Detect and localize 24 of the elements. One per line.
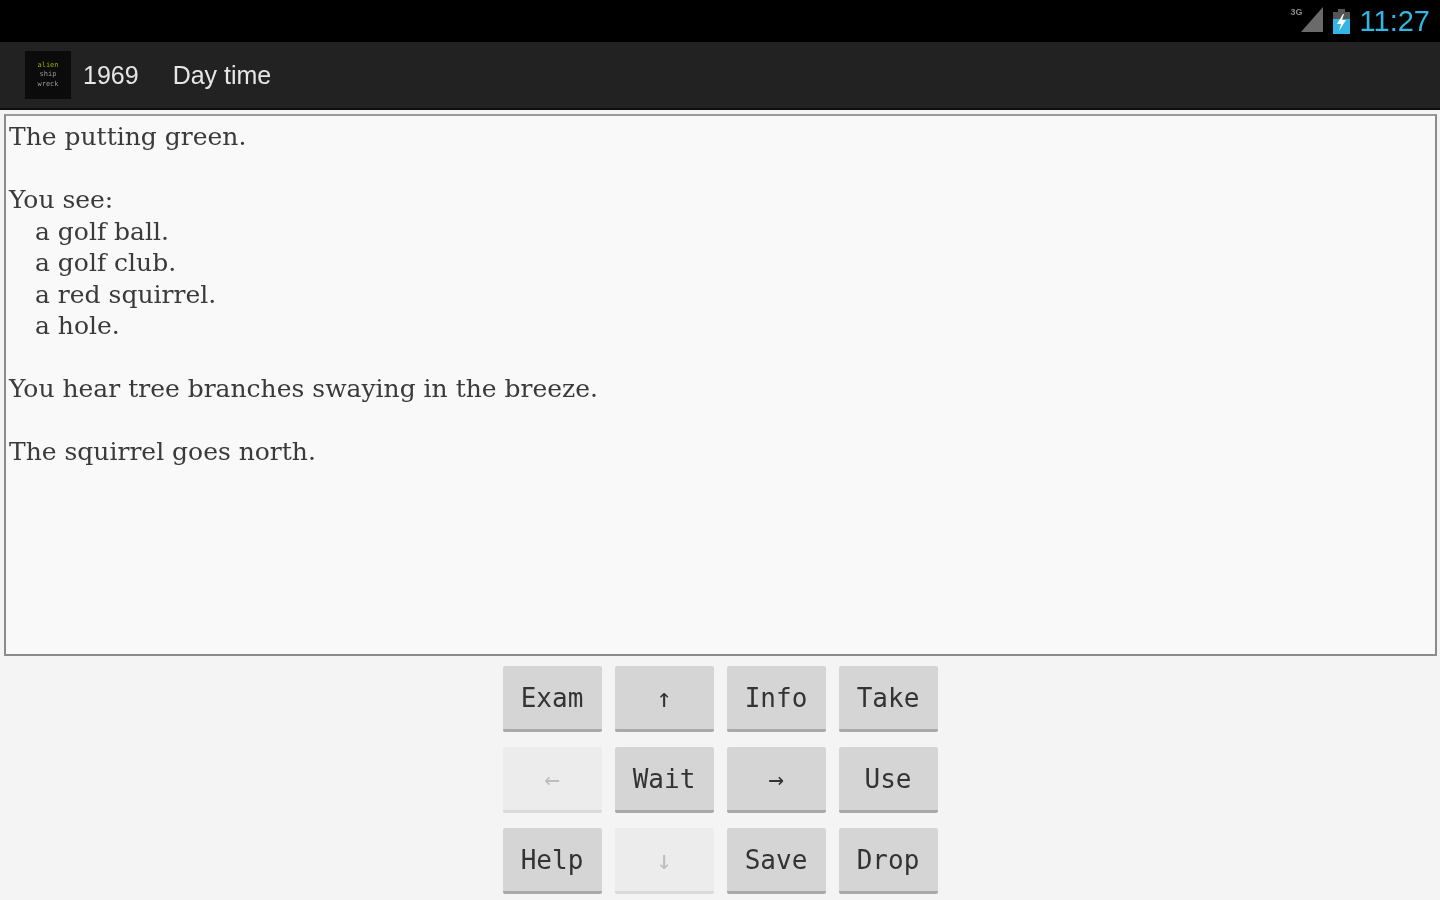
output-text: You hear tree branches swaying in the breeze. — [9, 373, 598, 405]
network-type-label: 3G — [1290, 7, 1303, 17]
clock-time: 11:27 — [1359, 6, 1430, 36]
command-button[interactable]: Info — [726, 666, 826, 732]
battery-charging-icon — [1332, 8, 1350, 34]
command-button[interactable]: Help — [502, 828, 602, 894]
signal-icon — [1300, 6, 1323, 32]
command-button[interactable]: Use — [838, 747, 938, 813]
output-list-item: a golf ball. — [35, 215, 169, 247]
output-list-item: a golf club. — [35, 247, 177, 279]
command-button[interactable]: Wait — [614, 747, 714, 813]
output-text: You see: — [9, 184, 114, 216]
command-button[interactable]: Take — [838, 666, 938, 732]
command-button[interactable]: Drop — [838, 828, 938, 894]
command-button[interactable]: → — [726, 747, 826, 813]
command-button[interactable]: Exam — [502, 666, 602, 732]
output-text: The squirrel goes north. — [9, 436, 316, 468]
command-button[interactable]: ↑ — [614, 666, 714, 732]
command-button[interactable]: Save — [726, 828, 826, 894]
output-list-item: a red squirrel. — [35, 278, 217, 310]
year-title: 1969 — [83, 60, 139, 90]
time-of-day-title: Day time — [172, 60, 272, 90]
output-text: The putting green. — [9, 121, 247, 153]
output-list-item: a hole. — [35, 310, 120, 342]
